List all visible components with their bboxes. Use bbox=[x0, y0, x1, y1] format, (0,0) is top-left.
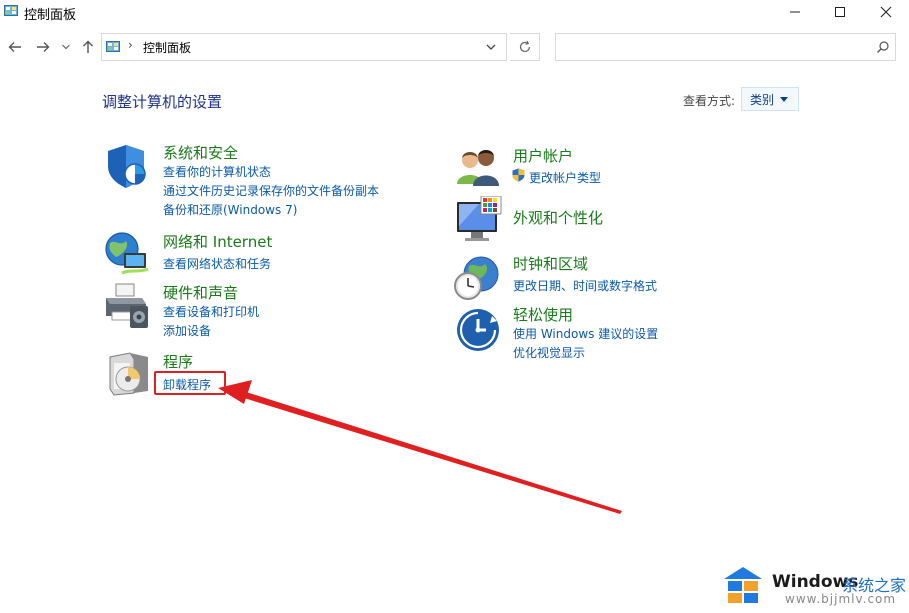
link-add-device[interactable]: 添加设备 bbox=[163, 322, 211, 339]
maximize-button[interactable] bbox=[817, 0, 863, 24]
link-change-account-type[interactable]: 更改帐户类型 bbox=[529, 169, 601, 186]
users-icon[interactable] bbox=[455, 144, 503, 192]
link-file-history[interactable]: 通过文件历史记录保存你的文件备份副本 bbox=[163, 182, 379, 199]
search-input[interactable] bbox=[555, 33, 896, 61]
link-view-computer-status[interactable]: 查看你的计算机状态 bbox=[163, 163, 271, 180]
windows-logo-icon bbox=[724, 567, 762, 603]
view-by-value: 类别 bbox=[750, 92, 775, 107]
link-recommended-settings[interactable]: 使用 Windows 建议的设置 bbox=[513, 325, 658, 342]
breadcrumb-separator-icon: › bbox=[128, 38, 133, 52]
category-title-user-accounts[interactable]: 用户帐户 bbox=[513, 145, 573, 166]
up-arrow-icon bbox=[83, 40, 93, 53]
network-globe-icon[interactable] bbox=[102, 229, 150, 277]
shield-icon[interactable] bbox=[102, 142, 150, 190]
close-button[interactable] bbox=[863, 0, 909, 24]
page-heading: 调整计算机的设置 bbox=[102, 93, 223, 111]
forward-button[interactable] bbox=[32, 36, 54, 58]
printer-icon[interactable] bbox=[102, 282, 150, 330]
link-optimize-visual-display[interactable]: 优化视觉显示 bbox=[513, 344, 585, 361]
dropdown-arrow-icon bbox=[780, 96, 789, 102]
chevron-down-icon bbox=[62, 44, 70, 50]
category-title-network[interactable]: 网络和 Internet bbox=[163, 231, 272, 252]
watermark-url: www.bjjmlv.com bbox=[785, 592, 897, 606]
uac-shield-icon bbox=[512, 168, 525, 182]
view-by-label: 查看方式: bbox=[683, 94, 736, 108]
category-title-ease-of-access[interactable]: 轻松使用 bbox=[513, 304, 573, 325]
recent-locations-button[interactable] bbox=[58, 36, 74, 58]
link-devices-printers[interactable]: 查看设备和打印机 bbox=[163, 303, 259, 320]
breadcrumb-item[interactable]: 控制面板 bbox=[143, 39, 191, 56]
link-backup-restore[interactable]: 备份和还原(Windows 7) bbox=[163, 201, 297, 218]
forward-arrow-icon bbox=[37, 42, 50, 52]
programs-disc-icon[interactable] bbox=[104, 349, 152, 397]
category-title-hardware-sound[interactable]: 硬件和声音 bbox=[163, 282, 238, 303]
link-change-date-time[interactable]: 更改日期、时间或数字格式 bbox=[513, 277, 657, 294]
control-panel-icon bbox=[4, 5, 18, 16]
maximize-icon bbox=[835, 7, 845, 17]
search-icon[interactable] bbox=[876, 40, 890, 54]
category-title-system-security[interactable]: 系统和安全 bbox=[163, 142, 238, 163]
close-icon bbox=[880, 6, 892, 18]
address-dropdown-icon[interactable] bbox=[484, 40, 498, 54]
back-arrow-icon bbox=[8, 42, 21, 52]
category-title-clock-region[interactable]: 时钟和区域 bbox=[513, 253, 588, 274]
category-title-appearance[interactable]: 外观和个性化 bbox=[513, 207, 603, 228]
control-panel-icon bbox=[106, 41, 120, 52]
minimize-button[interactable] bbox=[772, 0, 818, 24]
link-network-status[interactable]: 查看网络状态和任务 bbox=[163, 255, 271, 272]
refresh-button[interactable] bbox=[510, 33, 540, 61]
category-title-programs[interactable]: 程序 bbox=[163, 351, 193, 372]
minimize-icon bbox=[790, 11, 800, 13]
back-button[interactable] bbox=[4, 36, 26, 58]
window-title: 控制面板 bbox=[24, 8, 77, 23]
ease-of-access-icon[interactable] bbox=[455, 306, 503, 354]
view-by-dropdown[interactable]: 类别 bbox=[741, 87, 799, 111]
monitor-palette-icon[interactable] bbox=[455, 196, 503, 244]
clock-globe-icon[interactable] bbox=[453, 254, 501, 302]
refresh-icon bbox=[519, 40, 530, 53]
up-button[interactable] bbox=[77, 36, 99, 58]
title-bar: 控制面板 bbox=[0, 0, 909, 26]
highlight-box bbox=[154, 371, 226, 395]
